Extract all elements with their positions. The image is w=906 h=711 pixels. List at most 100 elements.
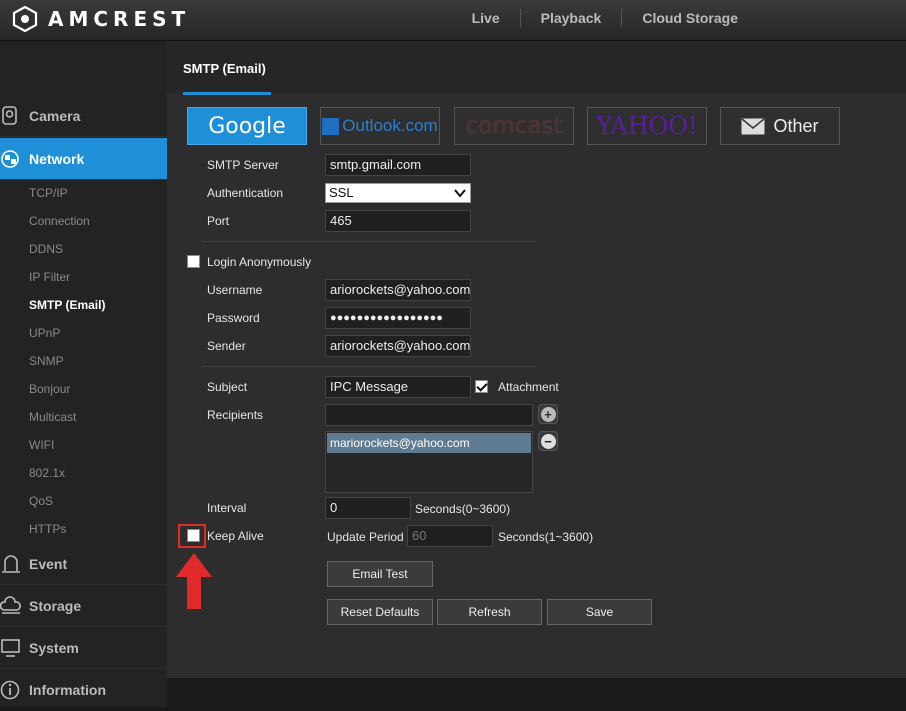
username-label: Username — [207, 283, 263, 297]
password-label: Password — [207, 311, 260, 325]
plus-icon: + — [540, 406, 556, 422]
password-input[interactable]: ●●●●●●●●●●●●●●●●● — [325, 307, 471, 329]
remove-recipient-button[interactable]: − — [538, 431, 558, 451]
sidebar-section-network[interactable]: Network — [0, 138, 177, 180]
tab-active-indicator — [183, 92, 271, 95]
amcrest-logo: AMCREST — [12, 6, 190, 32]
event-icon — [2, 554, 20, 573]
refresh-button[interactable]: Refresh — [437, 599, 542, 625]
sidebar-item-upnp[interactable]: UPnP — [29, 326, 60, 340]
provider-outlook-button[interactable]: Outlook.com — [320, 107, 440, 145]
subject-label: Subject — [207, 380, 248, 394]
email-test-button[interactable]: Email Test — [327, 561, 433, 587]
footer-band — [167, 678, 906, 707]
provider-yahoo-label: YAHOO! — [596, 112, 698, 140]
smtp-server-label: SMTP Server — [207, 158, 279, 172]
smtp-server-input[interactable]: smtp.gmail.com — [325, 154, 471, 176]
sidebar-section-label: Event — [29, 555, 68, 572]
sidebar-section-label: Network — [29, 150, 85, 167]
sidebar-item-bonjour[interactable]: Bonjour — [29, 382, 70, 396]
keep-alive-label: Keep Alive — [207, 529, 264, 543]
sidebar-item-ddns[interactable]: DDNS — [29, 242, 63, 256]
sender-input[interactable]: ariorockets@yahoo.com — [325, 335, 471, 357]
sidebar: Camera Network TCP/IP Connection DDNS IP… — [0, 41, 177, 707]
storage-icon — [0, 595, 21, 614]
sidebar-section-camera[interactable]: Camera — [0, 95, 167, 137]
chevron-down-icon — [454, 189, 466, 198]
sidebar-item-connection[interactable]: Connection — [29, 214, 90, 228]
login-anonymously-label: Login Anonymously — [207, 255, 312, 269]
attachment-label: Attachment — [498, 380, 559, 394]
sidebar-section-label: Storage — [29, 597, 82, 614]
provider-other-button[interactable]: Other — [720, 107, 840, 145]
tab-bar: SMTP (Email) — [167, 41, 906, 95]
sidebar-item-multicast[interactable]: Multicast — [29, 410, 76, 424]
nav-live[interactable]: Live — [452, 9, 520, 27]
sidebar-section-storage[interactable]: Storage — [0, 585, 167, 627]
provider-other-label: Other — [773, 115, 819, 136]
red-arrow-annotation — [176, 553, 212, 609]
list-item[interactable]: mariorockets@yahoo.com — [327, 433, 531, 453]
sidebar-item-wifi[interactable]: WIFI — [29, 438, 54, 452]
update-period-unit: Seconds(1~3600) — [498, 530, 594, 544]
port-input[interactable]: 465 — [325, 210, 471, 232]
sidebar-item-snmp[interactable]: SNMP — [29, 354, 64, 368]
interval-label: Interval — [207, 501, 247, 515]
top-nav: Live Playback Cloud Storage — [452, 0, 906, 36]
subject-input[interactable]: IPC Message — [325, 376, 471, 398]
sidebar-item-qos[interactable]: QoS — [29, 494, 53, 508]
interval-input[interactable]: 0 — [325, 497, 411, 519]
provider-yahoo-button[interactable]: YAHOO! — [587, 107, 707, 145]
nav-cloud-storage[interactable]: Cloud Storage — [622, 9, 906, 27]
save-button[interactable]: Save — [547, 599, 652, 625]
provider-google-label: Google — [208, 113, 286, 139]
provider-outlook-label: Outlook.com — [342, 116, 438, 135]
provider-google-button[interactable]: Google — [187, 107, 307, 145]
outlook-logo-icon — [322, 117, 340, 135]
minus-icon: − — [540, 433, 556, 449]
sidebar-item-smtp-email[interactable]: SMTP (Email) — [29, 298, 105, 312]
sidebar-section-information[interactable]: Information — [0, 669, 167, 711]
sidebar-section-system[interactable]: System — [0, 627, 167, 669]
interval-unit: Seconds(0~3600) — [415, 502, 511, 516]
sidebar-section-event[interactable]: Event — [0, 543, 167, 585]
sender-label: Sender — [207, 339, 246, 353]
information-icon — [0, 680, 20, 700]
recipient-input[interactable] — [325, 404, 533, 426]
username-input[interactable]: ariorockets@yahoo.com — [325, 279, 471, 301]
provider-comcast-label: comcast — [465, 113, 563, 139]
reset-defaults-button[interactable]: Reset Defaults — [327, 599, 433, 625]
camera-icon — [2, 105, 17, 125]
sidebar-item-ip-filter[interactable]: IP Filter — [29, 270, 70, 284]
port-label: Port — [207, 214, 230, 228]
section-divider — [202, 366, 536, 367]
add-recipient-button[interactable]: + — [538, 404, 558, 424]
nav-playback[interactable]: Playback — [521, 9, 622, 27]
authentication-select[interactable]: SSL — [325, 183, 471, 203]
sidebar-item-tcpip[interactable]: TCP/IP — [29, 186, 68, 200]
provider-comcast-button[interactable]: comcast — [454, 107, 574, 145]
sidebar-section-label: System — [29, 639, 79, 656]
sidebar-section-label: Information — [29, 682, 106, 698]
section-divider — [202, 241, 536, 242]
top-bar: AMCREST Live Playback Cloud Storage — [0, 0, 906, 41]
keep-alive-highlight-box — [178, 524, 206, 548]
sidebar-item-https[interactable]: HTTPs — [29, 522, 66, 536]
sidebar-item-8021x[interactable]: 802.1x — [29, 466, 65, 480]
recipients-list[interactable]: mariorockets@yahoo.com — [325, 431, 533, 493]
authentication-label: Authentication — [207, 186, 284, 200]
sidebar-section-label: Camera — [29, 107, 81, 124]
attachment-checkbox[interactable] — [475, 380, 488, 393]
network-icon — [1, 149, 19, 168]
login-anonymously-checkbox[interactable] — [187, 255, 200, 268]
main-panel: SMTP (Email) Google Outlook.com comcast … — [167, 41, 906, 678]
update-period-input[interactable]: 60 — [407, 525, 493, 547]
envelope-icon — [741, 117, 765, 134]
authentication-value: SSL — [329, 185, 354, 200]
update-period-label: Update Period — [327, 530, 404, 544]
tab-smtp-email[interactable]: SMTP (Email) — [183, 61, 266, 76]
amcrest-logo-icon — [12, 6, 38, 32]
brand-name: AMCREST — [48, 7, 191, 31]
system-icon — [1, 638, 20, 657]
recipients-label: Recipients — [207, 408, 264, 422]
